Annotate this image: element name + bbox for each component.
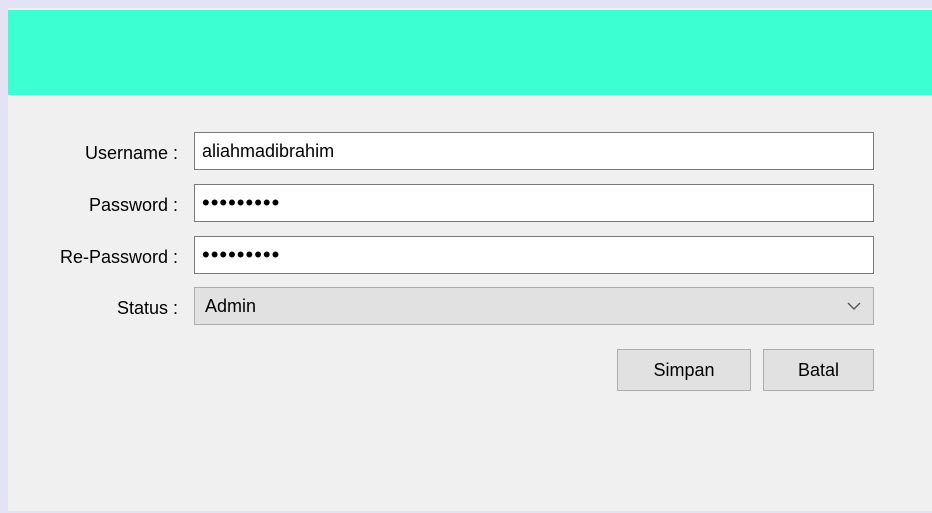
username-label: Username :	[84, 143, 178, 163]
cancel-button[interactable]: Batal	[763, 349, 874, 391]
password-label: Password :	[88, 195, 178, 215]
chevron-down-icon	[845, 297, 863, 315]
header-banner	[8, 10, 932, 95]
save-button[interactable]: Simpan	[617, 349, 751, 391]
repassword-label: Re-Password :	[59, 247, 178, 267]
password-input[interactable]	[194, 184, 874, 222]
username-input[interactable]	[194, 132, 874, 170]
repassword-input[interactable]	[194, 236, 874, 274]
status-select[interactable]: Admin	[194, 287, 874, 325]
status-label: Status :	[116, 298, 178, 318]
status-selected-value: Admin	[205, 295, 257, 316]
